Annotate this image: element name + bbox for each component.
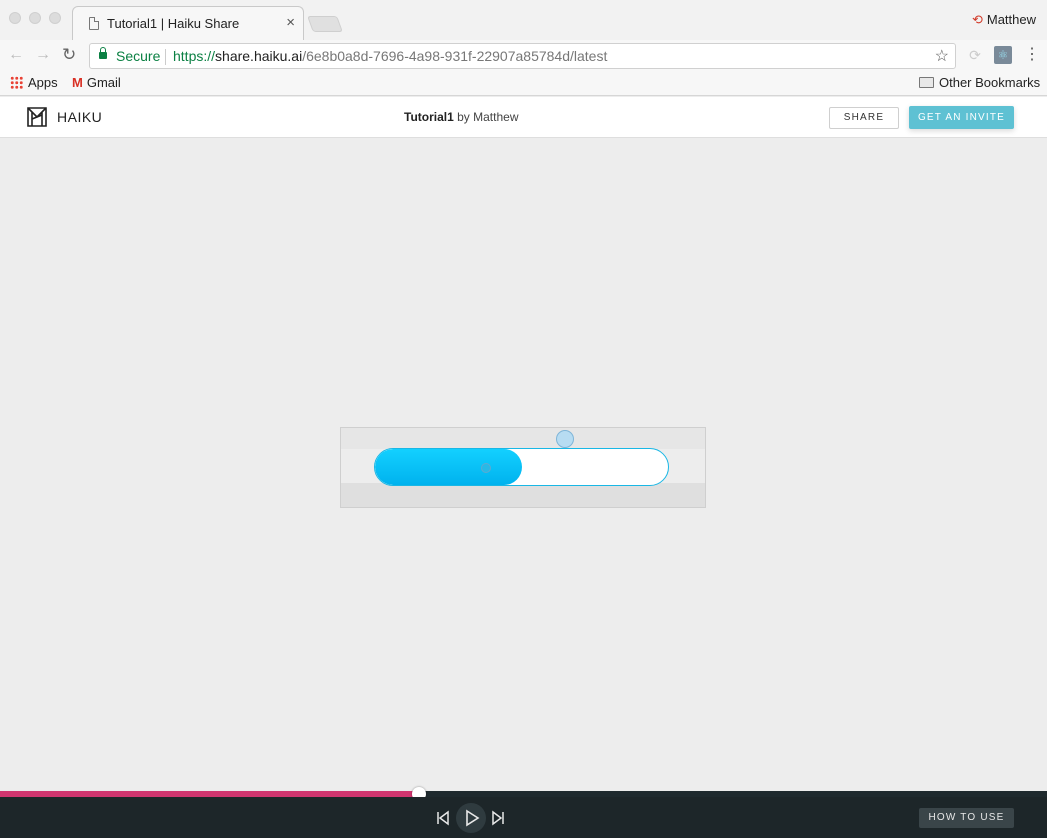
bookmark-apps[interactable]: Apps — [10, 75, 58, 90]
extension-sync-icon[interactable]: ⟳ — [966, 47, 984, 65]
address-bar[interactable]: Secure https://share.haiku.ai/6e8b0a8d-7… — [89, 43, 956, 69]
url-path: /6e8b0a8d-7696-4a98-931f-22907a85784d/la… — [302, 48, 608, 64]
browser-menu-icon[interactable]: ⋮ — [1024, 44, 1040, 64]
window-minimize-dot[interactable] — [29, 12, 41, 24]
url-host: share.haiku.ai — [215, 48, 303, 64]
security-label: Secure — [116, 48, 161, 64]
page-document-icon — [89, 17, 99, 30]
tab-title: Tutorial1 | Haiku Share — [107, 16, 240, 31]
bookmark-gmail-label: Gmail — [86, 75, 121, 90]
bookmarks-bar: Apps M Gmail Other Bookmarks — [0, 72, 1047, 96]
slider-indicator-dot — [481, 463, 491, 473]
share-button[interactable]: SHARE — [829, 107, 899, 129]
profile-button[interactable]: ⟲ Matthew — [972, 12, 1036, 28]
window-close-dot[interactable] — [9, 12, 21, 24]
project-name: Tutorial1 — [404, 110, 454, 124]
how-to-use-button[interactable]: HOW TO USE — [919, 808, 1014, 828]
folder-icon — [919, 77, 934, 88]
skip-forward-icon[interactable] — [488, 808, 508, 828]
sync-error-icon: ⟲ — [971, 12, 983, 27]
address-separator — [165, 49, 166, 65]
play-button[interactable] — [456, 803, 486, 833]
slider-knob[interactable] — [556, 430, 574, 448]
forward-arrow-icon[interactable]: → — [35, 46, 51, 64]
back-arrow-icon[interactable]: ← — [8, 46, 24, 64]
player-bar: HOW TO USE — [0, 797, 1047, 838]
reload-icon[interactable]: ↻ — [62, 45, 76, 65]
other-bookmarks[interactable]: Other Bookmarks — [919, 75, 1040, 90]
stage-band-top — [341, 428, 705, 449]
play-icon — [466, 809, 480, 827]
window-zoom-dot[interactable] — [49, 12, 61, 24]
profile-name: Matthew — [986, 12, 1036, 27]
slider-pill[interactable] — [374, 448, 669, 486]
brand-name[interactable]: HAIKU — [57, 109, 102, 125]
browser-toolbar: ← → ↻ Secure https://share.haiku.ai/6e8b… — [0, 40, 1047, 72]
react-devtools-icon[interactable]: ⚛ — [994, 46, 1012, 64]
slider-fill — [375, 449, 522, 485]
project-author: by Matthew — [457, 110, 519, 124]
tab-close-icon[interactable]: × — [286, 14, 295, 31]
animation-stage — [340, 427, 706, 508]
new-tab-button[interactable] — [307, 16, 343, 32]
bookmark-gmail[interactable]: M Gmail — [72, 75, 121, 90]
gmail-icon: M — [72, 75, 83, 90]
url-scheme: https:// — [173, 48, 216, 64]
lock-icon — [99, 47, 107, 59]
app-header: HAIKU Tutorial1 by Matthew SHARE GET AN … — [0, 97, 1047, 138]
get-invite-button[interactable]: GET AN INVITE — [909, 106, 1014, 129]
other-bookmarks-label: Other Bookmarks — [939, 75, 1041, 90]
bookmark-star-icon[interactable]: ☆ — [935, 46, 949, 66]
haiku-logo-icon[interactable] — [26, 106, 48, 128]
apps-grid-icon — [10, 76, 23, 89]
browser-tab-active[interactable]: Tutorial1 | Haiku Share × — [72, 6, 304, 40]
url-text[interactable]: https://share.haiku.ai/6e8b0a8d-7696-4a9… — [173, 48, 607, 64]
project-title: Tutorial1 by Matthew — [404, 110, 518, 124]
skip-back-icon[interactable] — [433, 808, 453, 828]
bookmark-apps-label: Apps — [28, 75, 58, 90]
browser-tab-strip: Tutorial1 | Haiku Share × ⟲ Matthew — [0, 0, 1047, 40]
